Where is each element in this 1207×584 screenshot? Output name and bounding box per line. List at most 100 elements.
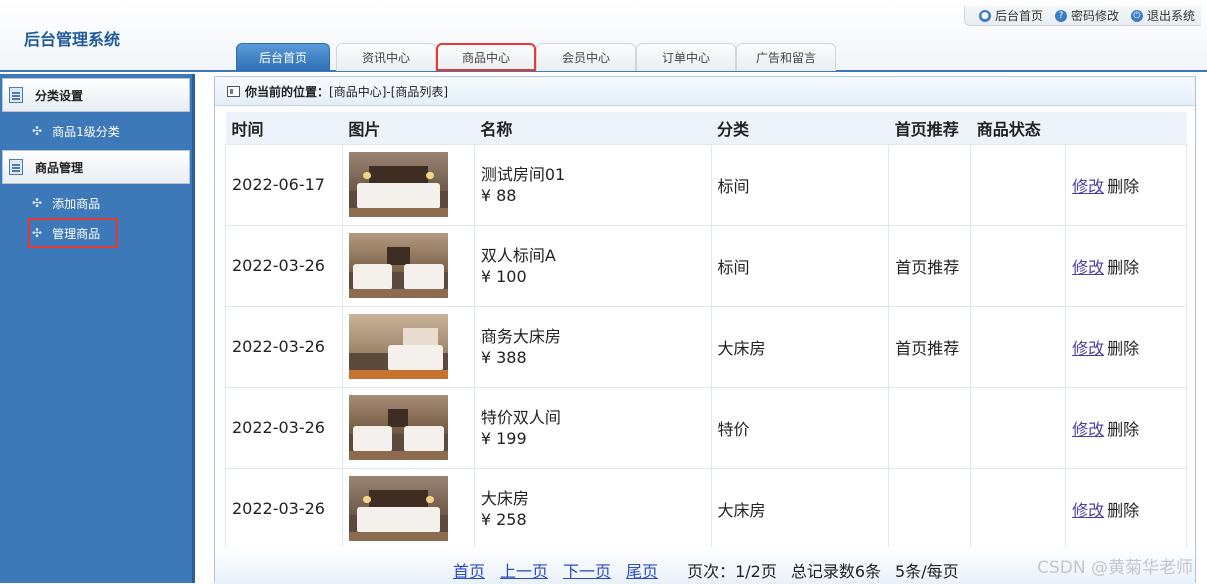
- top-link-label: 后台首页: [994, 9, 1043, 23]
- tab-member-center[interactable]: 会员中心: [536, 43, 636, 71]
- power-icon: ⏻: [1130, 9, 1143, 22]
- tab-admin-home[interactable]: 后台首页: [236, 43, 330, 71]
- cell-image: [341, 467, 475, 550]
- column-header-name: 名称: [474, 112, 712, 144]
- cell-category: 标间: [710, 224, 890, 307]
- product-name: 双人标间A: [480, 245, 556, 265]
- delete-link[interactable]: 删除: [1107, 339, 1139, 358]
- table-row: 2022-03-26 大床房 ¥ 258 大床房 修改 删除: [225, 467, 1187, 550]
- edit-link[interactable]: 修改: [1072, 177, 1104, 196]
- sidebar-section-product[interactable]: 商品管理: [2, 150, 190, 184]
- product-price: ¥ 199: [480, 428, 527, 448]
- edit-link[interactable]: 修改: [1072, 501, 1104, 520]
- delete-link[interactable]: 删除: [1107, 420, 1139, 439]
- document-icon: [9, 159, 23, 175]
- cell-image: [341, 143, 475, 226]
- sidebar-section-title: 商品管理: [35, 160, 84, 175]
- delete-link[interactable]: 删除: [1107, 177, 1139, 196]
- sidebar-item-label: 添加商品: [52, 196, 101, 211]
- sidebar-section-category[interactable]: 分类设置: [2, 78, 190, 112]
- tab-news-center[interactable]: 资讯中心: [336, 43, 436, 71]
- top-link-password[interactable]: ? 密码修改: [1054, 7, 1119, 24]
- product-table: 时间 图片 名称 分类 首页推荐 商品状态 2022-06-17 测试房间01 …: [225, 112, 1187, 550]
- watermark: CSDN @黄菊华老师: [1037, 558, 1193, 578]
- delete-link[interactable]: 删除: [1107, 501, 1139, 520]
- cell-name: 特价双人间 ¥ 199: [473, 386, 712, 469]
- cell-name: 大床房 ¥ 258: [473, 467, 712, 550]
- room-thumbnail[interactable]: [348, 476, 448, 541]
- app-title: 后台管理系统: [24, 30, 121, 49]
- table-row: 2022-03-26 商务大床房 ¥ 388 大床房 首页推荐 修改 删除: [225, 305, 1187, 388]
- column-header-date: 时间: [225, 112, 343, 144]
- cell-recommend: [888, 467, 972, 550]
- pagination: 首页 上一页 下一页 尾页 页次：1/2页 总记录数6条 5条/每页: [453, 558, 959, 582]
- plus-icon: ✣: [32, 226, 43, 240]
- cell-date: 2022-03-26: [225, 224, 343, 307]
- cell-image: [341, 386, 475, 469]
- cell-category: 特价: [710, 386, 890, 469]
- cell-actions: 修改 删除: [1065, 224, 1187, 307]
- top-link-logout[interactable]: ⏻ 退出系统: [1130, 7, 1195, 24]
- column-header-status: 商品状态: [970, 112, 1066, 144]
- cell-actions: 修改 删除: [1065, 467, 1187, 550]
- column-header-category: 分类: [711, 112, 889, 144]
- top-links: ● 后台首页 ? 密码修改 ⏻ 退出系统: [963, 6, 1201, 26]
- cell-status: [970, 467, 1067, 550]
- sidebar-item-add-product[interactable]: ✣ 添加商品: [0, 188, 192, 218]
- product-name: 测试房间01: [480, 164, 566, 184]
- sidebar-item-manage-products[interactable]: ✣ 管理商品: [28, 218, 118, 248]
- sidebar-item-level1-category[interactable]: ✣ 商品1级分类: [0, 116, 192, 146]
- cell-name: 测试房间01 ¥ 88: [473, 143, 712, 226]
- table-row: 2022-06-17 测试房间01 ¥ 88 标间 修改 删除: [225, 143, 1187, 226]
- product-name: 商务大床房: [480, 326, 561, 346]
- plus-icon: ✣: [32, 196, 43, 210]
- cell-status: [970, 305, 1067, 388]
- sidebar-item-label: 管理商品: [52, 226, 101, 241]
- sidebar-section-title: 分类设置: [35, 88, 84, 103]
- cell-category: 标间: [710, 143, 890, 226]
- tab-product-center[interactable]: 商品中心: [436, 43, 536, 71]
- edit-link[interactable]: 修改: [1072, 339, 1104, 358]
- pager-total-info: 总记录数6条: [790, 562, 882, 581]
- sidebar: 分类设置 ✣ 商品1级分类 商品管理 ✣ 添加商品 ✣ 管理商品: [0, 74, 195, 583]
- delete-link[interactable]: 删除: [1107, 258, 1139, 277]
- breadcrumb: 你当前的位置： [商品中心]-[商品列表]: [215, 77, 1195, 106]
- cell-category: 大床房: [710, 305, 890, 388]
- edit-link[interactable]: 修改: [1072, 420, 1104, 439]
- cell-actions: 修改 删除: [1065, 386, 1187, 469]
- main-tabs: 后台首页 资讯中心 商品中心 会员中心 订单中心 广告和留言: [236, 43, 836, 71]
- room-thumbnail[interactable]: [348, 395, 448, 460]
- room-thumbnail[interactable]: [348, 233, 448, 298]
- top-link-label: 退出系统: [1146, 9, 1195, 23]
- room-thumbnail[interactable]: [348, 152, 448, 217]
- top-link-label: 密码修改: [1070, 9, 1119, 23]
- table-row: 2022-03-26 特价双人间 ¥ 199 特价 修改 删除: [225, 386, 1187, 469]
- room-thumbnail[interactable]: [348, 314, 448, 379]
- cell-category: 大床房: [710, 467, 890, 550]
- user-icon: ●: [978, 9, 991, 22]
- pager-per-page-info: 5条/每页: [895, 562, 959, 581]
- pager-prev[interactable]: 上一页: [500, 558, 548, 582]
- cell-status: [970, 386, 1067, 469]
- cell-status: [970, 224, 1067, 307]
- pager-first[interactable]: 首页: [453, 558, 485, 582]
- pager-next[interactable]: 下一页: [563, 558, 611, 582]
- cell-recommend: [888, 143, 972, 226]
- cell-date: 2022-03-26: [225, 305, 343, 388]
- sidebar-item-label: 商品1级分类: [52, 124, 120, 139]
- cell-recommend: [888, 386, 972, 469]
- tab-order-center[interactable]: 订单中心: [636, 43, 736, 71]
- pager-last[interactable]: 尾页: [626, 558, 658, 582]
- edit-link[interactable]: 修改: [1072, 258, 1104, 277]
- cell-actions: 修改 删除: [1065, 305, 1187, 388]
- cell-status: [970, 143, 1067, 226]
- plus-icon: ✣: [32, 124, 43, 138]
- product-price: ¥ 100: [480, 266, 527, 286]
- cell-recommend: 首页推荐: [888, 224, 972, 307]
- top-link-home[interactable]: ● 后台首页: [978, 7, 1043, 24]
- cell-date: 2022-03-26: [225, 386, 343, 469]
- column-header-recommend: 首页推荐: [888, 112, 971, 144]
- header: 后台管理系统 ● 后台首页 ? 密码修改 ⏻ 退出系统 后台首页 资讯中心 商品…: [0, 0, 1207, 72]
- cell-image: [341, 305, 475, 388]
- tab-ads-messages[interactable]: 广告和留言: [736, 43, 836, 71]
